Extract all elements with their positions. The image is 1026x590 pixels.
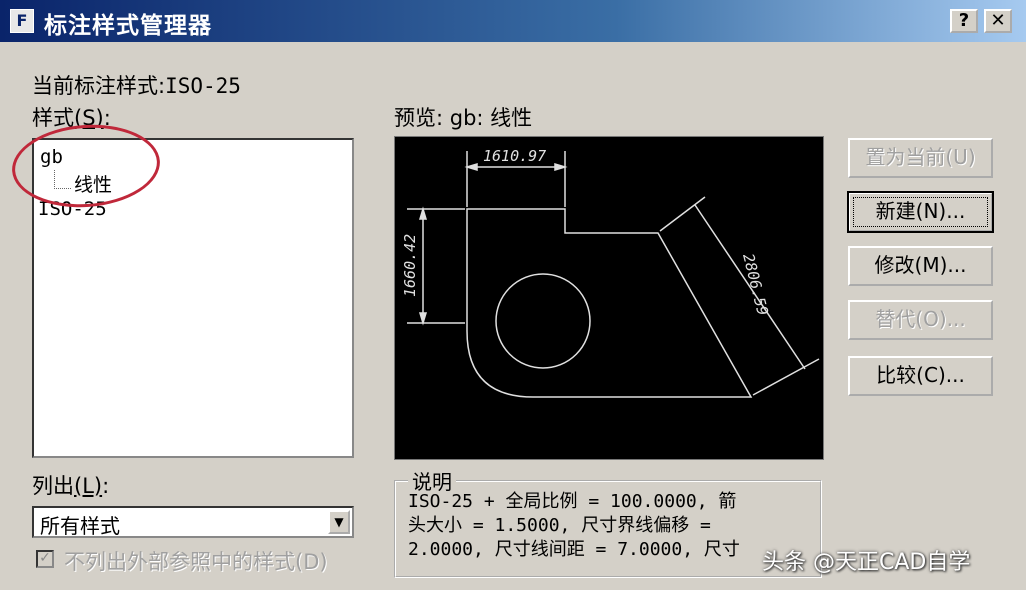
exclude-xref-label: 不列出外部参照中的样式(D) xyxy=(64,550,328,574)
modify-button[interactable]: 修改(M)... xyxy=(848,246,993,286)
close-button[interactable]: ✕ xyxy=(984,9,1012,33)
set-current-button[interactable]: 置为当前(U) xyxy=(848,138,993,178)
current-style-line: 当前标注样式:ISO-25 xyxy=(32,70,241,100)
dim-left-text: 1660.42 xyxy=(401,234,419,297)
part-hole xyxy=(495,273,591,369)
list-out-label: 列出(L): xyxy=(32,474,110,498)
preview-label: 预览: gb: 线性 xyxy=(394,106,533,130)
list-out-selected: 所有样式 xyxy=(40,514,120,538)
preview-drawing: 1610.97 1660.42 2806.59 xyxy=(401,147,820,398)
preview-pane: 1610.97 1660.42 2806.59 xyxy=(394,136,824,460)
exclude-xref-checkbox[interactable]: ✓ xyxy=(36,550,54,568)
override-button[interactable]: 替代(O)... xyxy=(848,300,993,340)
app-icon: F xyxy=(10,9,34,33)
dim-diag-text: 2806.59 xyxy=(739,252,772,318)
current-style-value: ISO-25 xyxy=(165,74,241,98)
chevron-down-icon[interactable]: ▼ xyxy=(328,510,350,534)
part-outline xyxy=(466,208,753,398)
dimension-style-manager-dialog: F 标注样式管理器 ? ✕ 当前标注样式:ISO-25 样式(S): gb 线性… xyxy=(0,0,1026,590)
help-button[interactable]: ? xyxy=(950,9,978,33)
watermark-text: 头条 @天正CAD自学 xyxy=(762,550,971,575)
new-button[interactable]: 新建(N)... xyxy=(847,191,994,233)
dim-top-text: 1610.97 xyxy=(483,147,546,165)
current-style-label: 当前标注样式: xyxy=(32,74,166,98)
list-out-select[interactable]: 所有样式 ▼ xyxy=(32,506,354,538)
compare-button[interactable]: 比较(C)... xyxy=(848,356,993,396)
window-title: 标注样式管理器 xyxy=(44,13,212,39)
description-text: ISO-25 + 全局比例 = 100.0000, 箭 头大小 = 1.5000… xyxy=(408,491,740,560)
title-bar: F 标注样式管理器 ? ✕ xyxy=(0,0,1026,42)
